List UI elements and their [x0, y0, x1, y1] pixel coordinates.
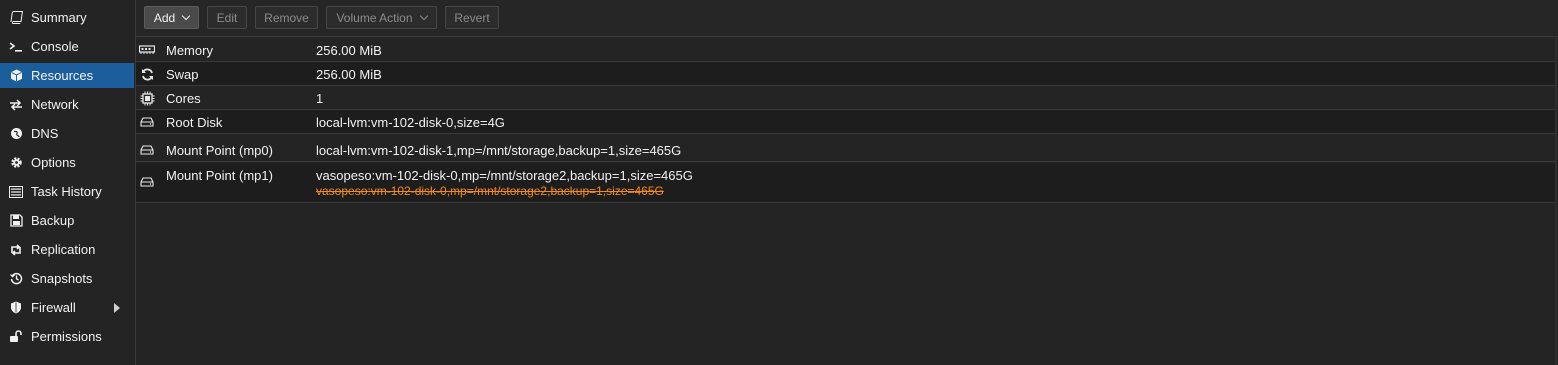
sidebar-item-network[interactable]: Network: [0, 92, 134, 117]
table-row[interactable]: Memory 256.00 MiB: [136, 38, 1555, 62]
resource-key: Swap: [166, 67, 199, 82]
resource-key: Cores: [166, 91, 201, 106]
gear-icon: [9, 156, 23, 170]
table-row[interactable]: Root Disk local-lvm:vm-102-disk-0,size=4…: [136, 110, 1555, 134]
sidebar-item-label: Permissions: [31, 329, 102, 344]
add-button[interactable]: Add: [144, 6, 199, 29]
resource-value: vasopeso:vm-102-disk-0,mp=/mnt/storage2,…: [316, 168, 693, 183]
resource-value: 256.00 MiB: [316, 43, 382, 58]
hdd-icon: [139, 175, 155, 189]
table-row[interactable]: Mount Point (mp1) vasopeso:vm-102-disk-0…: [136, 163, 1555, 203]
sidebar-item-label: Network: [31, 97, 79, 112]
exchange-icon: [9, 98, 23, 112]
shield-icon: [9, 301, 23, 315]
sidebar-item-resources[interactable]: Resources: [0, 63, 134, 88]
resource-value: local-lvm:vm-102-disk-1,mp=/mnt/storage,…: [316, 143, 682, 158]
terminal-icon: [9, 40, 23, 54]
edit-button[interactable]: Edit: [207, 6, 247, 29]
globe-icon: [9, 127, 23, 141]
sidebar-item-dns[interactable]: DNS: [0, 121, 134, 146]
table-row[interactable]: Mount Point (mp0) local-lvm:vm-102-disk-…: [136, 138, 1555, 162]
sidebar-item-label: Snapshots: [31, 271, 93, 286]
edit-button-label: Edit: [216, 10, 238, 25]
sidebar-item-label: Replication: [31, 242, 96, 257]
sidebar-item-permissions[interactable]: Permissions: [0, 324, 134, 349]
resource-key: Root Disk: [166, 115, 223, 130]
cpu-icon: [139, 91, 155, 105]
table-row[interactable]: Cores 1: [136, 86, 1555, 110]
sidebar-item-replication[interactable]: Replication: [0, 237, 134, 262]
refresh-icon: [139, 67, 155, 81]
volume-action-button[interactable]: Volume Action: [326, 6, 437, 29]
list-icon: [9, 185, 23, 199]
hdd-icon: [139, 143, 155, 157]
remove-button[interactable]: Remove: [255, 6, 318, 29]
memory-icon: [139, 43, 155, 57]
sidebar-item-firewall[interactable]: Firewall: [0, 295, 134, 320]
sidebar-item-summary[interactable]: Summary: [0, 5, 134, 30]
sidebar-item-label: Resources: [31, 68, 94, 83]
sidebar-item-backup[interactable]: Backup: [0, 208, 134, 233]
revert-button[interactable]: Revert: [445, 6, 499, 29]
sidebar-item-label: Options: [31, 155, 76, 170]
sidebar-item-label: Firewall: [31, 300, 76, 315]
pending-change-value: vasopeso:vm-102-disk-0,mp=/mnt/storage2,…: [316, 184, 664, 198]
remove-button-label: Remove: [264, 10, 309, 25]
book-icon: [9, 11, 23, 25]
resource-value: 256.00 MiB: [316, 67, 382, 82]
table-row[interactable]: Swap 256.00 MiB: [136, 62, 1555, 86]
toolbar: Add Edit Remove Volume Action Revert: [136, 0, 1558, 37]
chevron-down-icon: [181, 11, 191, 20]
sidebar: Summary Console Resources Network DNS Op…: [0, 0, 136, 365]
revert-button-label: Revert: [454, 10, 490, 25]
resource-key: Mount Point (mp1): [166, 168, 273, 183]
hdd-icon: [139, 115, 155, 129]
sidebar-item-task-history[interactable]: Task History: [0, 179, 134, 204]
sidebar-item-options[interactable]: Options: [0, 150, 134, 175]
sidebar-item-console[interactable]: Console: [0, 34, 134, 59]
sidebar-item-label: DNS: [31, 126, 59, 141]
resource-value: local-lvm:vm-102-disk-0,size=4G: [316, 115, 505, 130]
resource-value: 1: [316, 91, 324, 106]
scroll-edge: [1555, 36, 1557, 365]
history-icon: [9, 272, 23, 286]
resource-key: Mount Point (mp0): [166, 143, 273, 158]
cube-icon: [9, 69, 23, 83]
chevron-down-icon: [419, 11, 428, 20]
sidebar-item-label: Task History: [31, 184, 102, 199]
sidebar-item-label: Backup: [31, 213, 75, 228]
floppy-icon: [9, 214, 23, 228]
sidebar-item-snapshots[interactable]: Snapshots: [0, 266, 134, 291]
sidebar-item-label: Summary: [31, 10, 87, 25]
unlock-icon: [9, 330, 23, 344]
volume-action-label: Volume Action: [336, 10, 413, 25]
expand-arrow-icon[interactable]: [114, 303, 120, 313]
sidebar-item-label: Console: [31, 39, 79, 54]
retweet-icon: [9, 243, 23, 257]
add-button-label: Add: [153, 10, 176, 25]
resource-key: Memory: [166, 43, 213, 58]
